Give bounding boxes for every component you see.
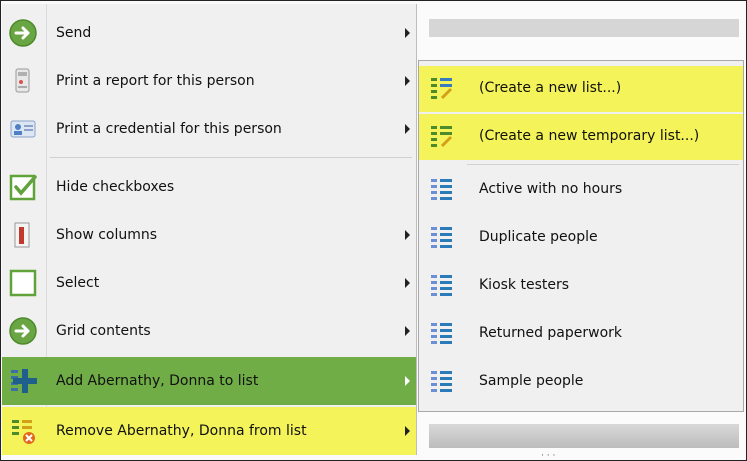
submenu-arrow-icon [405,124,410,134]
background-strip-bottom [429,424,739,448]
submenu-item-duplicate-people[interactable]: Duplicate people [419,215,743,261]
menu-item-label: Remove Abernathy, Donna from list [56,423,307,439]
submenu-item-label: Active with no hours [479,181,623,197]
submenu-item-kiosk-testers[interactable]: Kiosk testers [419,263,743,309]
menu-item-label: Grid contents [56,323,151,339]
menu-item-label: Hide checkboxes [56,179,175,195]
submenu-item-active-no-hours[interactable]: Active with no hours [419,167,743,213]
menu-item-label: Print a credential for this person [56,121,282,137]
menu-item-grid-contents[interactable]: Grid contents [2,307,416,355]
list-icon [431,323,452,344]
submenu-item-sample-people[interactable]: Sample people [419,359,743,405]
background-strip-top [429,19,739,37]
submenu-arrow-icon [405,28,410,38]
new-list-icon [431,78,453,100]
context-menu: Send Print a report for this person Prin… [2,4,417,455]
submenu-item-label: Duplicate people [479,229,598,245]
list-icon [431,371,452,392]
add-to-list-submenu: (Create a new list...) (Create a new tem… [418,60,744,412]
submenu-item-returned-paperwork[interactable]: Returned paperwork [419,311,743,357]
credential-icon [10,120,36,138]
list-icon [431,179,452,200]
submenu-item-label: (Create a new list...) [479,80,622,96]
menu-item-select[interactable]: Select [2,259,416,307]
checkbox-empty-icon [9,269,37,297]
report-icon [15,68,30,93]
arrow-circle-icon [9,19,37,47]
menu-item-print-credential[interactable]: Print a credential for this person [2,105,416,153]
submenu-item-create-new-list[interactable]: (Create a new list...) [419,66,743,112]
menu-item-label: Print a report for this person [56,73,255,89]
columns-icon [14,222,30,248]
list-icon [431,275,452,296]
menu-item-label: Show columns [56,227,158,243]
list-icon [431,227,452,248]
menu-item-label: Select [56,275,100,291]
new-temp-list-icon [431,126,453,148]
submenu-arrow-icon [405,426,410,436]
background-dots: · · · [541,451,556,461]
submenu-arrow-icon [405,278,410,288]
submenu-arrow-icon [405,230,410,240]
menu-item-label: Send [56,25,92,41]
menu-item-send[interactable]: Send [2,9,416,57]
submenu-item-label: Kiosk testers [479,277,570,293]
menu-item-remove-from-list[interactable]: Remove Abernathy, Donna from list [2,407,416,455]
submenu-item-label: (Create a new temporary list...) [479,128,700,144]
menu-item-label: Add Abernathy, Donna to list [56,373,259,389]
menu-separator [50,157,412,158]
menu-item-show-columns[interactable]: Show columns [2,211,416,259]
remove-from-list-icon [12,420,35,444]
submenu-arrow-icon [405,76,410,86]
submenu-item-label: Sample people [479,373,584,389]
checkbox-checked-icon [9,174,37,201]
arrow-circle-icon [9,317,37,345]
menu-item-hide-checkboxes[interactable]: Hide checkboxes [2,163,416,211]
menu-item-print-report[interactable]: Print a report for this person [2,57,416,105]
submenu-arrow-icon [405,326,410,336]
submenu-item-label: Returned paperwork [479,325,623,341]
menu-item-add-to-list[interactable]: Add Abernathy, Donna to list [2,357,416,405]
submenu-item-create-temp-list[interactable]: (Create a new temporary list...) [419,114,743,160]
add-to-list-icon [11,369,37,393]
submenu-arrow-icon [405,376,410,386]
submenu-separator [467,164,739,165]
